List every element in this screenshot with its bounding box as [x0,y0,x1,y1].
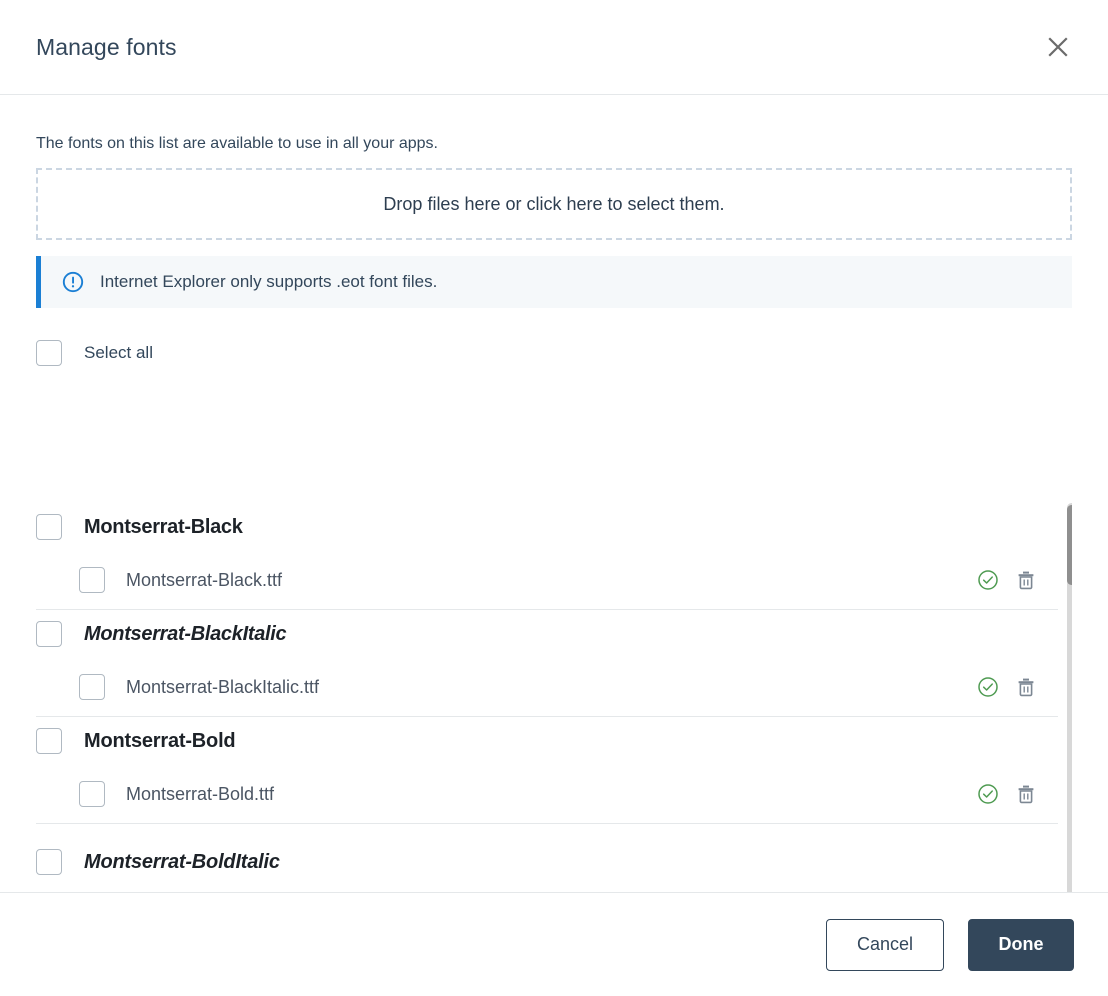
font-family-row[interactable]: Montserrat-BoldItalic [36,838,1072,886]
font-group: Montserrat-BoldItalic [36,838,1072,886]
cancel-button[interactable]: Cancel [826,918,944,971]
font-file-checkbox[interactable] [79,567,105,593]
select-all-label: Select all [84,343,153,363]
dialog-footer: Cancel Done [0,892,1108,996]
font-file-row[interactable]: Montserrat-BlackItalic.ttf [36,658,1058,716]
font-list: Montserrat-Black Montserrat-Black.ttf Mo… [36,503,1072,892]
font-family-row[interactable]: Montserrat-Black [36,503,1058,551]
info-banner-text: Internet Explorer only supports .eot fon… [100,272,438,292]
font-file-row[interactable]: Montserrat-Bold.ttf [36,765,1058,823]
font-family-row[interactable]: Montserrat-BlackItalic [36,610,1058,658]
close-button[interactable] [1038,27,1078,67]
select-all-row[interactable]: Select all [36,338,1072,368]
font-family-row[interactable]: Montserrat-Bold [36,717,1058,765]
font-family-checkbox[interactable] [36,621,62,647]
check-circle-icon[interactable] [976,782,1000,806]
font-group: Montserrat-BlackItalic Montserrat-BlackI… [36,610,1058,717]
font-file-checkbox[interactable] [79,781,105,807]
font-file-actions [976,782,1038,806]
check-circle-icon[interactable] [976,675,1000,699]
font-family-name: Montserrat-BlackItalic [84,622,287,645]
info-circle-icon [62,271,84,293]
font-family-checkbox[interactable] [36,849,62,875]
done-button[interactable]: Done [968,918,1074,971]
scrollbar-thumb[interactable] [1067,505,1072,585]
info-banner: Internet Explorer only supports .eot fon… [36,256,1072,309]
trash-icon[interactable] [1014,675,1038,699]
select-all-checkbox[interactable] [36,340,62,367]
font-file-actions [976,568,1038,592]
intro-text: The fonts on this list are available to … [36,135,438,152]
dropzone-label: Drop files here or click here to select … [383,193,725,214]
font-group: Montserrat-Black Montserrat-Black.ttf [36,503,1058,610]
trash-icon[interactable] [1014,568,1038,592]
manage-fonts-dialog: Manage fonts The fonts on this list are … [0,0,1108,996]
check-circle-icon[interactable] [976,568,1000,592]
font-file-name: Montserrat-Black.ttf [126,569,283,590]
dialog-body: The fonts on this list are available to … [0,95,1108,892]
font-family-name: Montserrat-Bold [84,729,236,752]
trash-icon[interactable] [1014,782,1038,806]
page-title: Manage fonts [36,33,177,60]
font-family-checkbox[interactable] [36,514,62,540]
font-file-name: Montserrat-BlackItalic.ttf [126,676,320,697]
font-file-checkbox[interactable] [79,674,105,700]
font-family-name: Montserrat-Black [84,515,243,538]
file-dropzone[interactable]: Drop files here or click here to select … [36,168,1072,241]
font-family-name: Montserrat-BoldItalic [84,850,280,873]
dialog-header: Manage fonts [0,0,1108,95]
font-file-actions [976,675,1038,699]
font-file-name: Montserrat-Bold.ttf [126,783,275,804]
close-icon [1047,36,1069,58]
font-list-scrollbar[interactable] [1067,503,1072,892]
font-group: Montserrat-Bold Montserrat-Bold.ttf [36,717,1058,824]
font-family-checkbox[interactable] [36,728,62,754]
font-file-row[interactable]: Montserrat-Black.ttf [36,551,1058,609]
